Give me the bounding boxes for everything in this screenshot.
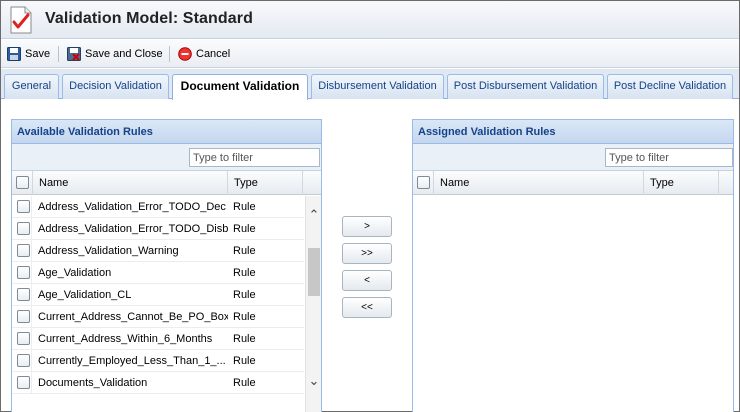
tab-post-decline-validation[interactable]: Post Decline Validation: [607, 74, 733, 99]
rule-type: Rule: [233, 355, 256, 367]
scrollbar-thumb[interactable]: [308, 248, 320, 296]
floppy-disk-icon: [7, 47, 21, 61]
name-column-header[interactable]: Name: [434, 171, 644, 195]
available-list-scrollbar[interactable]: ⌃ ⌄: [305, 196, 321, 412]
row-checkbox[interactable]: [17, 222, 30, 235]
chevron-down-icon[interactable]: ⌄: [306, 374, 322, 388]
assigned-rules-header: Assigned Validation Rules: [413, 120, 733, 144]
select-all-cell: [12, 171, 33, 195]
tab-strip: General Decision Validation Document Val…: [1, 69, 739, 100]
rule-name: Address_Validation_Warning: [38, 245, 179, 257]
validation-model-window: Validation Model: Standard Save Save and…: [0, 0, 740, 412]
table-row[interactable]: Age_Validation Rule: [12, 262, 304, 284]
row-checkbox[interactable]: [17, 354, 30, 367]
table-row[interactable]: Current_Address_Cannot_Be_PO_Box Rule: [12, 306, 304, 328]
rule-name: Age_Validation_CL: [38, 289, 132, 301]
rule-type: Rule: [233, 245, 256, 257]
assigned-filter-input[interactable]: [605, 148, 733, 167]
table-row[interactable]: Currently_Employed_Less_Than_1_... Rule: [12, 350, 304, 372]
save-close-icon: [67, 47, 81, 61]
toolbar-divider: [169, 46, 170, 62]
table-row[interactable]: Address_Validation_Error_TODO_Dec Rule: [12, 196, 304, 218]
tab-decision-validation[interactable]: Decision Validation: [62, 74, 169, 99]
row-checkbox[interactable]: [17, 332, 30, 345]
assigned-grid-header: Name Type: [413, 171, 733, 195]
row-checkbox[interactable]: [17, 310, 30, 323]
rule-name: Address_Validation_Error_TODO_Dec: [38, 201, 226, 213]
name-column-header[interactable]: Name: [33, 171, 228, 195]
table-row[interactable]: Address_Validation_Error_TODO_Disb Rule: [12, 218, 304, 240]
rule-type: Rule: [233, 223, 256, 235]
rule-name: Currently_Employed_Less_Than_1_...: [38, 355, 226, 367]
table-row[interactable]: Current_Address_Within_6_Months Rule: [12, 328, 304, 350]
toolbar-divider: [58, 46, 59, 62]
tab-document-validation[interactable]: Document Validation: [172, 74, 308, 100]
rule-name: Address_Validation_Error_TODO_Disb: [38, 223, 228, 235]
remove-all-button[interactable]: <<: [342, 297, 392, 318]
title-bar: Validation Model: Standard: [1, 1, 739, 39]
available-rules-header: Available Validation Rules: [12, 120, 321, 144]
page-title: Validation Model: Standard: [45, 10, 253, 27]
available-rules-panel: Available Validation Rules Name Type Add…: [11, 119, 322, 412]
rule-name: Age_Validation: [38, 267, 112, 279]
cancel-label: Cancel: [196, 48, 231, 60]
assigned-rules-panel: Assigned Validation Rules Name Type: [412, 119, 734, 412]
tab-post-disbursement-validation[interactable]: Post Disbursement Validation: [447, 74, 604, 99]
table-row[interactable]: Age_Validation_CL Rule: [12, 284, 304, 306]
rule-type: Rule: [233, 377, 256, 389]
table-row[interactable]: Documents_Validation Rule: [12, 372, 304, 394]
row-checkbox[interactable]: [17, 244, 30, 257]
select-all-cell: [413, 171, 434, 195]
rule-type: Rule: [233, 201, 256, 213]
save-label: Save: [25, 48, 51, 60]
row-checkbox[interactable]: [17, 288, 30, 301]
rule-type: Rule: [233, 333, 256, 345]
rule-type: Rule: [233, 289, 256, 301]
tab-disbursement-validation[interactable]: Disbursement Validation: [311, 74, 444, 99]
available-grid-header: Name Type: [12, 171, 321, 195]
available-rules-list: Address_Validation_Error_TODO_Dec Rule A…: [12, 196, 321, 412]
select-all-checkbox[interactable]: [16, 176, 29, 189]
rule-name: Current_Address_Within_6_Months: [38, 333, 213, 345]
add-selected-button[interactable]: >: [342, 216, 392, 237]
assigned-filter-bar: [413, 144, 733, 171]
row-checkbox[interactable]: [17, 200, 30, 213]
chevron-up-icon[interactable]: ⌃: [306, 208, 322, 222]
toolbar: Save Save and Close Cancel: [1, 40, 739, 68]
tab-general[interactable]: General: [4, 74, 59, 99]
save-button[interactable]: Save: [7, 45, 50, 63]
type-column-header[interactable]: Type: [228, 171, 303, 195]
type-column-header[interactable]: Type: [644, 171, 719, 195]
select-all-checkbox[interactable]: [417, 176, 430, 189]
rule-name: Documents_Validation: [38, 377, 148, 389]
row-checkbox[interactable]: [17, 266, 30, 279]
table-row[interactable]: Address_Validation_Warning Rule: [12, 240, 304, 262]
rule-type: Rule: [233, 267, 256, 279]
assigned-rules-list: [413, 196, 733, 412]
cancel-button[interactable]: Cancel: [178, 45, 230, 63]
checklist-document-icon: [10, 6, 32, 34]
available-filter-input[interactable]: [189, 148, 320, 167]
rule-type: Rule: [233, 311, 256, 323]
row-checkbox[interactable]: [17, 376, 30, 389]
save-and-close-label: Save and Close: [85, 48, 163, 60]
save-and-close-button[interactable]: Save and Close: [67, 45, 163, 63]
remove-selected-button[interactable]: <: [342, 270, 392, 291]
rule-name: Current_Address_Cannot_Be_PO_Box: [38, 311, 228, 323]
add-all-button[interactable]: >>: [342, 243, 392, 264]
cancel-icon: [178, 47, 192, 61]
available-filter-bar: [12, 144, 321, 171]
